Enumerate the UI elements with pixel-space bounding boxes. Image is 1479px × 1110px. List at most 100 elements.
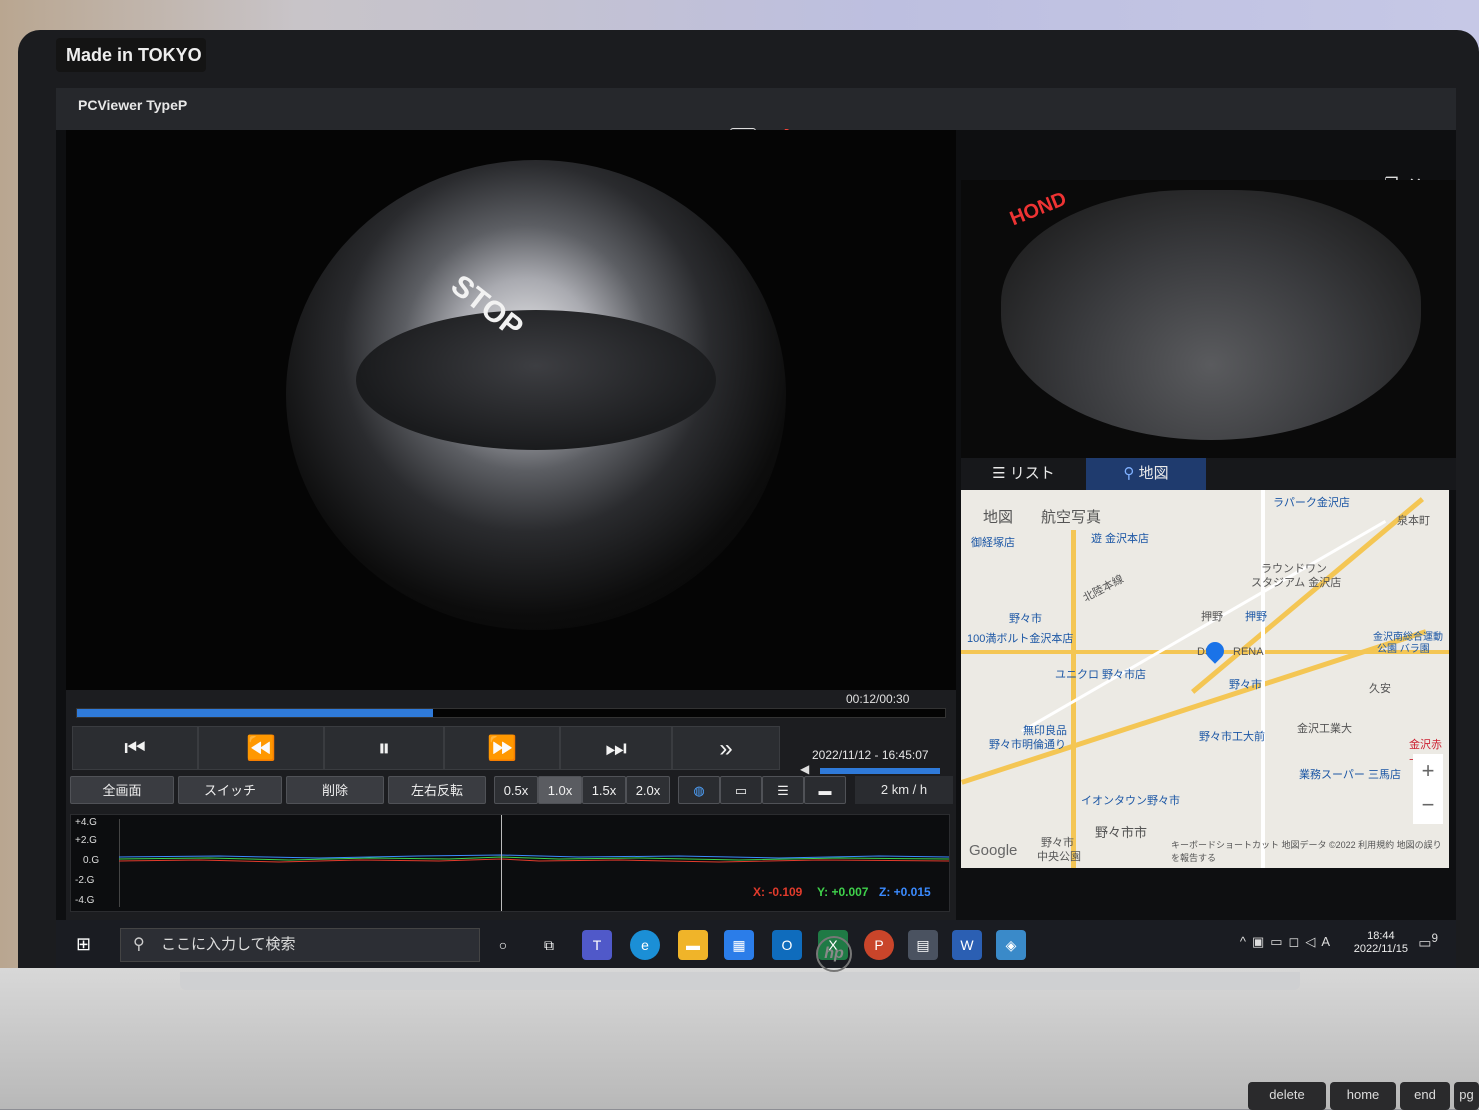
calculator-icon[interactable]: ▤ [908, 930, 938, 960]
seek-bar-fill [77, 709, 433, 717]
mirror-button[interactable]: 左右反転 [388, 776, 486, 804]
volume-slider[interactable] [820, 768, 940, 774]
key-pg[interactable]: pg [1454, 1082, 1479, 1110]
teams-icon[interactable]: T [582, 930, 612, 960]
key-delete[interactable]: delete [1248, 1082, 1326, 1110]
map-label: 野々市工大前 [1199, 731, 1265, 743]
outlook-icon[interactable]: O [772, 930, 802, 960]
map-mode-satellite[interactable]: 航空写真 [1041, 509, 1101, 526]
single-view-button[interactable]: ▭ [720, 776, 762, 804]
globe-icon: ◍ [693, 783, 705, 798]
network-icon: ▣ [1251, 934, 1271, 949]
map-label: 野々市市 [1095, 825, 1148, 840]
map-mode-map[interactable]: 地図 [983, 509, 1013, 526]
file-explorer-icon[interactable]: ▬ [678, 930, 708, 960]
pause-button[interactable]: ⏸ [324, 726, 444, 770]
map-label: 野々市 [1009, 613, 1042, 625]
map-label: 金沢工業大 [1297, 723, 1352, 735]
g-axis-label: +4.G [75, 817, 97, 828]
map-location-pin[interactable] [1202, 638, 1228, 664]
key-home[interactable]: home [1330, 1082, 1396, 1110]
wide-view-icon: ▬ [818, 783, 832, 798]
map-label: 押野 [1245, 611, 1267, 623]
speed-1-5x-button[interactable]: 1.5x [582, 776, 626, 804]
fast-forward-button[interactable]: ⏩ [444, 726, 560, 770]
globe-view-button[interactable]: ◍ [678, 776, 720, 804]
pause-icon: ⏸ [378, 735, 390, 762]
notification-icon: ▭ [1418, 934, 1432, 951]
recording-datetime: 2022/11/12 - 16:45:07 [812, 748, 929, 762]
skip-end-button[interactable]: ⏭ [560, 726, 672, 770]
rewind-button[interactable]: ⏪ [198, 726, 324, 770]
map-label: 押野 [1201, 611, 1223, 623]
map-road [1191, 497, 1425, 694]
map-label: ユニクロ 野々市店 [1055, 669, 1147, 681]
skip-start-icon: ⏮ [124, 735, 146, 762]
playback-time: 00:12/00:30 [846, 692, 910, 706]
ime-indicator: A [1321, 934, 1336, 949]
system-tray[interactable]: ^▣▭◻◁A [1240, 934, 1336, 950]
store-icon[interactable]: ▦ [724, 930, 754, 960]
search-icon: ⚲ [133, 936, 145, 953]
map-label: 野々市明倫通り [989, 739, 1066, 751]
notification-button[interactable]: ▭9 [1418, 932, 1438, 952]
google-logo: Google [969, 842, 1018, 859]
display-icon: ◻ [1288, 934, 1306, 949]
zoom-in-button[interactable]: + [1413, 754, 1443, 788]
vehicle-speed: 2 km / h [855, 776, 953, 804]
list-icon: ☰ [992, 465, 1010, 482]
volume-mute-icon: ◁ [1305, 934, 1322, 949]
pcviewer-icon[interactable]: ◈ [996, 930, 1026, 960]
next-file-button[interactable]: » [672, 726, 780, 770]
map-label: 業務スーパー 三馬店 [1299, 769, 1401, 781]
map-zoom-control: + − [1413, 754, 1443, 824]
map-label: 御経塚店 [971, 537, 1015, 549]
map-label: スタジアム 金沢店 [1251, 577, 1342, 589]
map-label: イオンタウン野々市 [1081, 795, 1180, 807]
taskbar-search[interactable]: ⚲ ここに入力して検索 [120, 928, 480, 962]
speed-2-0x-button[interactable]: 2.0x [626, 776, 670, 804]
g-wave-x [119, 858, 949, 863]
taskbar-clock[interactable]: 18:44 2022/11/15 [1354, 930, 1408, 956]
map-attribution: キーボードショートカット 地図データ ©2022 利用規約 地図の誤りを報告する [1171, 840, 1442, 863]
word-icon[interactable]: W [952, 930, 982, 960]
cortana-icon[interactable]: ○ [488, 930, 518, 960]
map-view[interactable]: 地図 航空写真 ラパーク金沢店 泉本町 御経塚店 遊 金沢本店 北陸本線 ラウンド… [961, 490, 1449, 868]
bezel-badge: Made in TOKYO [56, 38, 206, 72]
map-label: 久安 [1369, 683, 1391, 695]
seek-bar[interactable] [76, 708, 946, 718]
laptop-hinge [180, 972, 1300, 990]
speed-1-0x-button[interactable]: 1.0x [538, 776, 582, 804]
main-video-view[interactable]: STOP [66, 130, 956, 690]
edge-icon[interactable]: e [630, 930, 660, 960]
g-y-value: Y: +0.007 [817, 885, 869, 899]
windows-logo-icon: ⊞ [76, 934, 92, 954]
tray-chevron-icon: ^ [1239, 934, 1252, 949]
map-label: 公園 バラ園 [1377, 644, 1430, 655]
wide-view-button[interactable]: ▬ [804, 776, 846, 804]
map-label: 遊 金沢本店 [1091, 533, 1150, 545]
tab-map[interactable]: ⚲ 地図 [1086, 458, 1206, 490]
delete-button[interactable]: 削除 [286, 776, 384, 804]
switch-button[interactable]: スイッチ [178, 776, 282, 804]
g-x-value: X: -0.109 [753, 885, 803, 899]
rear-video-view[interactable]: HOND [961, 180, 1456, 458]
skip-end-icon: ⏭ [605, 735, 627, 762]
start-button[interactable]: ⊞ [76, 934, 96, 954]
split-view-button[interactable]: ☰ [762, 776, 804, 804]
key-end[interactable]: end [1400, 1082, 1450, 1110]
volume-icon[interactable]: ◀ [800, 762, 809, 776]
skip-start-button[interactable]: ⏮ [72, 726, 198, 770]
zoom-out-button[interactable]: − [1413, 788, 1443, 822]
task-view-icon[interactable]: ⧉ [534, 930, 564, 960]
clock-date: 2022/11/15 [1353, 943, 1408, 955]
screen: PCViewer TypeP ▭ SD ❗ ⎙ ◙ –❐✕ STOP HOND … [56, 88, 1456, 968]
powerpoint-icon[interactable]: P [864, 930, 894, 960]
tab-list[interactable]: ☰ リスト [961, 458, 1086, 490]
speed-0-5x-button[interactable]: 0.5x [494, 776, 538, 804]
app-titlebar: PCViewer TypeP [56, 88, 1456, 130]
fullscreen-button[interactable]: 全画面 [70, 776, 174, 804]
g-sensor-graph[interactable]: +4.G +2.G 0.G -2.G -4.G X: -0.109 Y: +0.… [70, 814, 950, 912]
g-z-value: Z: +0.015 [879, 885, 931, 899]
g-wave-z [119, 854, 949, 859]
